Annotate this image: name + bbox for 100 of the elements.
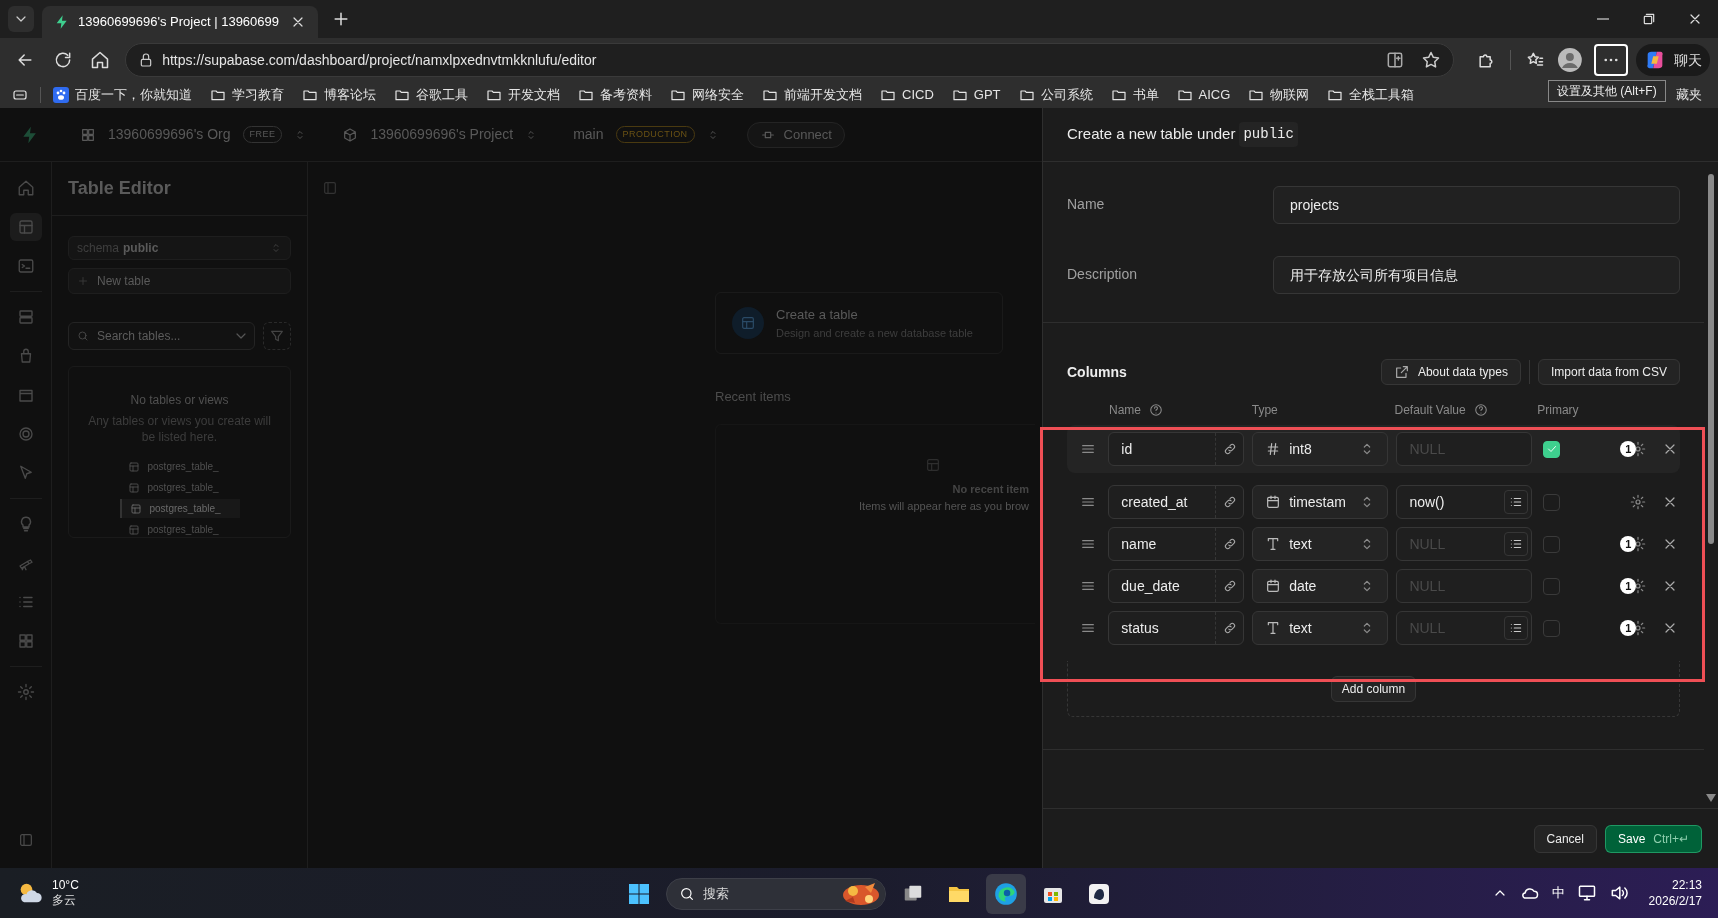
count-badge: 1: [1620, 441, 1637, 457]
minimize-icon: [1597, 18, 1609, 20]
schema-name: public: [1239, 122, 1298, 147]
terminal-icon: [16, 257, 35, 275]
address-bar[interactable]: https://supabase.com/dashboard/project/namxlpxednvtmkknlufu/editor: [125, 43, 1455, 77]
field-label: Description: [1067, 265, 1139, 284]
bookmark-item[interactable]: 前端开发文档: [762, 85, 862, 105]
column-name-field[interactable]: name: [1108, 527, 1245, 561]
column-name-field[interactable]: due_date: [1108, 569, 1245, 603]
card-title: Create a table: [776, 306, 859, 324]
table-list-item: postgres_table_: [119, 457, 240, 476]
clock-date[interactable]: 2026/2/17: [1648, 893, 1702, 909]
link-icon[interactable]: [1222, 621, 1237, 635]
folder-icon: [1248, 87, 1265, 103]
column-name-field[interactable]: created_at: [1108, 485, 1245, 519]
count-badge: 1: [1620, 620, 1637, 636]
table-list-item: postgres_table_: [119, 520, 240, 539]
bookmark-item[interactable]: 公司系统: [1018, 85, 1093, 105]
org-icon: [80, 126, 96, 143]
bookmark-item[interactable]: 百度一下，你就知道: [53, 85, 192, 105]
sidebar-toggle-icon[interactable]: [322, 180, 338, 196]
taskbar-search[interactable]: 搜索: [666, 878, 886, 910]
bookmark-item[interactable]: 网络安全: [670, 85, 744, 105]
check-icon: [1545, 443, 1558, 455]
bookmark-item[interactable]: 开发文档: [486, 85, 560, 105]
primary-checkbox[interactable]: [1543, 535, 1561, 553]
input-method-indicator[interactable]: 中: [1551, 883, 1565, 903]
column-name-field[interactable]: status: [1108, 611, 1245, 645]
taskbar-app-button[interactable]: [986, 874, 1026, 914]
more-icon: [1604, 58, 1619, 62]
primary-checkbox[interactable]: [1543, 493, 1561, 511]
type-select[interactable]: timestam: [1252, 485, 1389, 519]
help-icon[interactable]: [1149, 403, 1163, 417]
chat-button[interactable]: 聊天: [1636, 44, 1711, 76]
scrollbar-thumb[interactable]: [1708, 174, 1714, 544]
home-icon: [16, 179, 35, 197]
bookmark-item[interactable]: GPT: [951, 85, 1001, 105]
bookmark-item[interactable]: CICD: [880, 85, 934, 105]
help-icon[interactable]: [1473, 403, 1488, 417]
section-title: Recent items: [715, 388, 791, 406]
count-badge: 1: [1620, 536, 1637, 552]
temperature: 10°C: [52, 878, 79, 893]
type-select[interactable]: int8: [1252, 432, 1389, 466]
more-button[interactable]: [1594, 44, 1629, 76]
primary-checkbox[interactable]: [1543, 577, 1561, 595]
table-list-item: postgres_table_: [119, 499, 240, 518]
folder-icon: [951, 87, 968, 103]
import-csv-button[interactable]: Import data from CSV: [1537, 359, 1680, 385]
empty-text: Items will appear here as you brow: [859, 498, 1029, 514]
link-icon[interactable]: [1222, 579, 1237, 593]
reading-list-icon[interactable]: [12, 87, 28, 103]
link-icon[interactable]: [1222, 495, 1237, 509]
column-header: Type: [1251, 402, 1278, 419]
tab-list-button[interactable]: [8, 6, 34, 32]
browser-tab[interactable]: 13960699696's Project | 13960699: [42, 6, 318, 38]
tooltip: 设置及其他 (Alt+F): [1548, 80, 1666, 102]
folder-icon: [1327, 87, 1344, 103]
about-data-types-button[interactable]: About data types: [1380, 359, 1521, 385]
link-icon[interactable]: [1222, 442, 1237, 456]
scroll-down-icon[interactable]: [1706, 794, 1716, 802]
table-icon: [129, 502, 142, 515]
column-name-field[interactable]: id: [1108, 432, 1245, 466]
list-icon: [1509, 495, 1524, 509]
network-icon[interactable]: [1576, 883, 1597, 903]
star-icon[interactable]: [1421, 50, 1442, 70]
bookmark-item[interactable]: 书单: [1110, 85, 1159, 105]
bookmark-item[interactable]: 全栈工具箱: [1327, 85, 1415, 105]
save-button[interactable]: Save Ctrl+↵: [1604, 824, 1702, 853]
search-icon: [77, 330, 89, 342]
default-value-field[interactable]: now(): [1396, 485, 1533, 519]
panel-title: Create a new table under: [1067, 124, 1236, 145]
profile-avatar-icon[interactable]: [1558, 48, 1583, 72]
input-field[interactable]: projects: [1273, 186, 1680, 224]
chevron-updown-icon: [270, 242, 282, 254]
bookmark-item[interactable]: 物联网: [1248, 85, 1310, 105]
suggestions-button[interactable]: [1504, 616, 1529, 640]
link-icon[interactable]: [1222, 537, 1237, 551]
suggestions-button[interactable]: [1504, 490, 1529, 514]
clock-time[interactable]: 22:13: [1671, 877, 1702, 893]
primary-checkbox[interactable]: [1543, 440, 1561, 458]
type-select[interactable]: date: [1252, 569, 1389, 603]
primary-checkbox[interactable]: [1543, 619, 1561, 637]
external-link-icon: [1393, 364, 1410, 380]
search-field[interactable]: Search tables...: [68, 322, 255, 350]
type-select[interactable]: text: [1252, 611, 1389, 645]
input-field[interactable]: 用于存放公司所有项目信息: [1273, 256, 1680, 294]
bookmark-item[interactable]: 藏夹: [1676, 85, 1702, 105]
type-select[interactable]: text: [1252, 527, 1389, 561]
sidebar-icon: [17, 832, 34, 848]
bookmark-item[interactable]: AICG: [1176, 85, 1231, 105]
bookmark-item[interactable]: 谷歌工具: [394, 85, 468, 105]
paw-icon: [53, 87, 69, 103]
bookmark-item[interactable]: 备考资料: [578, 85, 652, 105]
bookmark-item[interactable]: 博客论坛: [302, 85, 376, 105]
cancel-button[interactable]: Cancel: [1533, 824, 1597, 853]
table-icon: [16, 218, 35, 236]
search-icon: [679, 886, 695, 902]
suggestions-button[interactable]: [1504, 532, 1529, 556]
bookmark-item[interactable]: 学习教育: [210, 85, 284, 105]
folder-icon: [578, 87, 594, 103]
